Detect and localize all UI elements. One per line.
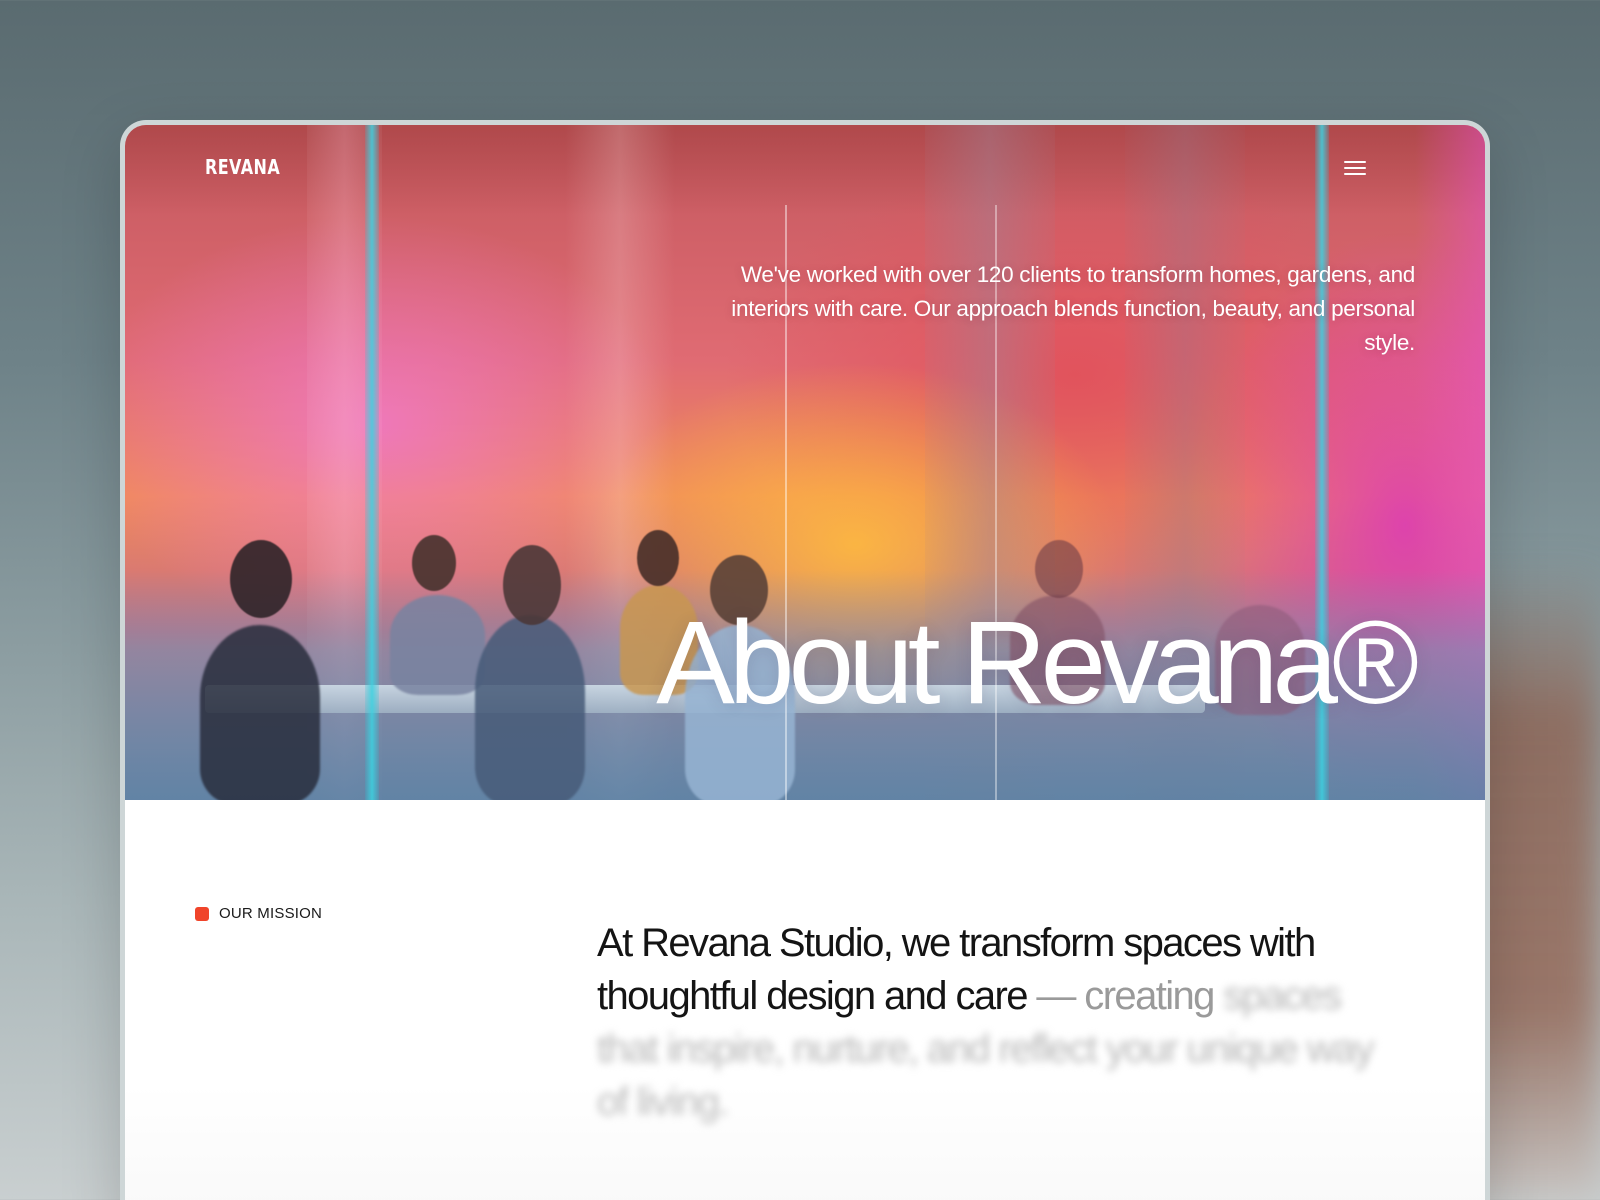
mission-statement: At Revana Studio, we transform spaces wi… bbox=[597, 917, 1387, 1129]
glass-edge-accent bbox=[365, 125, 379, 800]
page-title: About Revana® bbox=[656, 597, 1419, 729]
hero-section: REVANA We've worked with over 120 client… bbox=[125, 125, 1485, 800]
accent-square-icon bbox=[195, 906, 209, 921]
person-head bbox=[412, 535, 456, 591]
person-head bbox=[230, 540, 292, 618]
hero-intro-text: We've worked with over 120 clients to tr… bbox=[731, 261, 1415, 355]
person-silhouette bbox=[200, 625, 320, 800]
person-silhouette bbox=[475, 615, 585, 800]
person-silhouette bbox=[390, 595, 485, 695]
menu-bar bbox=[1344, 167, 1366, 169]
menu-bar bbox=[1344, 161, 1366, 163]
mission-text-faded: — creating bbox=[1026, 974, 1215, 1018]
person-head bbox=[637, 530, 679, 586]
menu-bar bbox=[1344, 173, 1366, 175]
person-head bbox=[1035, 540, 1083, 598]
hamburger-menu-icon[interactable] bbox=[1340, 153, 1370, 183]
browser-frame: REVANA We've worked with over 120 client… bbox=[120, 120, 1490, 1200]
mission-tag-label: OUR MISSION bbox=[219, 905, 323, 922]
brand-logo[interactable]: REVANA bbox=[205, 155, 280, 179]
mission-section-tag: OUR MISSION bbox=[195, 905, 322, 922]
person-head bbox=[503, 545, 561, 625]
